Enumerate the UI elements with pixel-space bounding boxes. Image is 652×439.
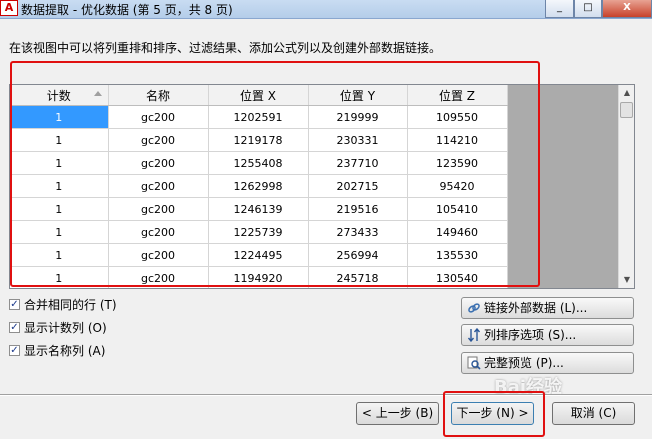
magnifier-preview-icon [467,356,481,370]
checkbox-checked-icon[interactable]: ✓ [9,345,20,356]
app-icon: A [0,0,18,16]
show-name-option[interactable]: ✓ 显示名称列 (A) [9,342,105,358]
footer-separator [0,394,652,396]
button-label: 完整预览 (P)... [484,356,564,370]
scroll-down-icon[interactable]: ▼ [619,272,634,288]
close-button[interactable]: X [602,0,652,18]
show-count-option[interactable]: ✓ 显示计数列 (O) [9,319,107,335]
cancel-button[interactable]: 取消 (C) [552,402,635,425]
chain-link-icon [468,302,480,313]
maximize-button[interactable]: □ [574,0,602,18]
checkbox-checked-icon[interactable]: ✓ [9,299,20,310]
back-button[interactable]: < 上一步 (B) [356,402,439,425]
option-label: 合并相同的行 (T) [24,298,117,312]
button-label: 列排序选项 (S)... [484,328,577,342]
checkbox-checked-icon[interactable]: ✓ [9,322,20,333]
highlight-box-next [443,391,545,437]
minimize-button[interactable]: _ [545,0,574,18]
highlight-box-grid [10,61,540,287]
instructions-text: 在该视图中可以将列重排和排序、过滤结果、添加公式列以及创建外部数据链接。 [9,41,442,55]
option-label: 显示名称列 (A) [24,344,106,358]
column-sort-options-button[interactable]: 列排序选项 (S)... [461,324,634,346]
button-label: 链接外部数据 (L)... [484,301,588,315]
vertical-scrollbar[interactable]: ▲ ▼ [618,85,634,288]
merge-rows-option[interactable]: ✓ 合并相同的行 (T) [9,296,117,312]
full-preview-button[interactable]: 完整预览 (P)... [461,352,634,374]
scroll-thumb[interactable] [620,102,633,118]
sort-icon [467,327,481,342]
option-label: 显示计数列 (O) [24,321,107,335]
title-bar: A 数据提取 - 优化数据 (第 5 页，共 8 页) _ □ X [0,0,652,19]
scroll-up-icon[interactable]: ▲ [619,85,634,101]
window-title: 数据提取 - 优化数据 (第 5 页，共 8 页) [21,3,233,17]
link-external-data-button[interactable]: 链接外部数据 (L)... [461,297,634,319]
